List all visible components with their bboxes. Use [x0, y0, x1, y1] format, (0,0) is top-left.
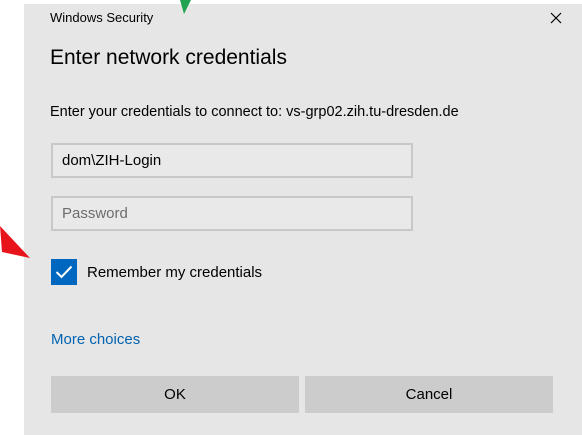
checkmark-icon — [55, 265, 73, 279]
remember-credentials-label: Remember my credentials — [87, 263, 263, 281]
close-icon — [550, 12, 562, 24]
checkbox-checked-icon — [51, 259, 77, 285]
more-choices-link[interactable]: More choices — [51, 331, 140, 348]
credentials-dialog: Windows Security Enter network credentia… — [24, 4, 582, 435]
username-input[interactable] — [51, 143, 413, 178]
arrow-red-icon — [0, 226, 30, 258]
ok-button[interactable]: OK — [51, 376, 299, 413]
password-input[interactable] — [51, 196, 413, 231]
window-title: Windows Security — [50, 10, 154, 25]
page: Windows Security Enter network credentia… — [0, 0, 582, 435]
title-bar: Windows Security — [24, 4, 582, 38]
close-button[interactable] — [544, 6, 568, 30]
dialog-description: Enter your credentials to connect to: vs… — [50, 104, 459, 120]
remember-credentials-checkbox[interactable]: Remember my credentials — [51, 257, 262, 287]
cancel-button[interactable]: Cancel — [305, 376, 553, 413]
arrow-green-icon — [180, 0, 191, 14]
dialog-heading: Enter network credentials — [50, 46, 287, 69]
